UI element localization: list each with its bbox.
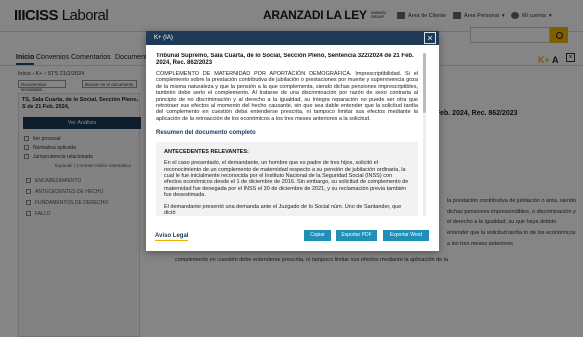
summary-section-title: Resumen del documento completo xyxy=(156,130,256,137)
modal-title: K+ (IA) xyxy=(154,35,173,41)
antecedentes-title: ANTECEDENTES RELEVANTES: xyxy=(164,149,249,156)
modal-header: K+ (IA) × xyxy=(146,31,439,45)
close-button[interactable]: × xyxy=(424,32,436,44)
modal-footer: Aviso Legal Copiar Exportar PDF Exportar… xyxy=(146,225,439,249)
export-word-button[interactable]: Exportar Word xyxy=(383,230,429,241)
modal-body[interactable]: Tribunal Supremo, Sala Cuarta, de lo Soc… xyxy=(156,53,418,216)
scrollbar-thumb[interactable] xyxy=(423,53,426,113)
antecedentes-paragraph: En el caso presentado, el demandante, un… xyxy=(164,160,409,199)
aviso-legal-link[interactable]: Aviso Legal xyxy=(155,233,189,241)
modal-scrollbar[interactable] xyxy=(423,53,426,216)
copy-button[interactable]: Copiar xyxy=(304,230,331,241)
antecedentes-box: ANTECEDENTES RELEVANTES: En el caso pres… xyxy=(156,142,418,216)
antecedentes-paragraph: El demandante presentó una demanda ante … xyxy=(164,203,402,216)
k-plus-ia-modal: K+ (IA) × Tribunal Supremo, Sala Cuarta,… xyxy=(146,31,439,251)
close-icon: × xyxy=(427,33,433,43)
modal-doc-title: Tribunal Supremo, Sala Cuarta, de lo Soc… xyxy=(156,53,414,66)
export-pdf-button[interactable]: Exportar PDF xyxy=(336,230,377,241)
modal-summary: COMPLEMENTO DE MATERNIDAD POR APORTACIÓN… xyxy=(156,71,418,122)
